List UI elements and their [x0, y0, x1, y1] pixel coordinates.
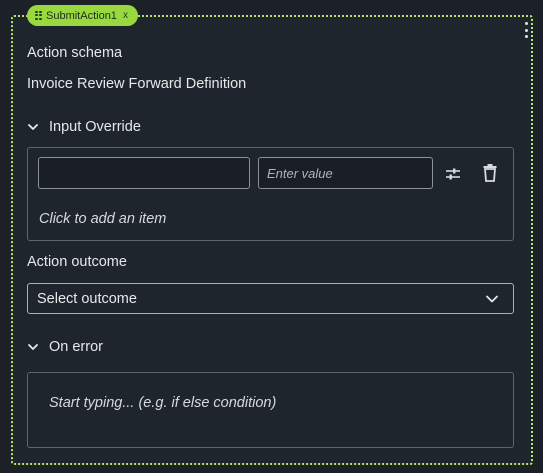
outcome-select-value: Select outcome: [37, 290, 137, 307]
more-options-icon[interactable]: [521, 22, 531, 38]
action-outcome-label: Action outcome: [27, 254, 127, 270]
on-error-toggle[interactable]: On error: [27, 339, 103, 355]
action-schema-label: Action schema: [27, 45, 123, 61]
on-error-placeholder: Start typing... (e.g. if else condition): [49, 395, 277, 411]
close-icon[interactable]: x: [123, 10, 128, 21]
settings-sliders-icon[interactable]: [443, 164, 463, 184]
on-error-title: On error: [49, 339, 103, 355]
override-key-input[interactable]: [38, 157, 250, 189]
override-value-input[interactable]: [258, 157, 433, 189]
outcome-select[interactable]: Select outcome: [27, 283, 514, 314]
delete-icon[interactable]: [480, 163, 500, 183]
node-tag[interactable]: SubmitAction1 x: [27, 5, 138, 26]
chevron-down-icon: [28, 344, 38, 350]
input-override-toggle[interactable]: Input Override: [27, 119, 141, 135]
chevron-down-icon: [486, 295, 498, 302]
input-override-title: Input Override: [49, 119, 141, 135]
add-item-link[interactable]: Click to add an item: [39, 211, 166, 227]
chevron-down-icon: [28, 124, 38, 130]
node-tag-label: SubmitAction1: [46, 9, 117, 22]
drag-handle-icon[interactable]: [35, 10, 42, 21]
action-schema-value: Invoice Review Forward Definition: [27, 76, 247, 92]
